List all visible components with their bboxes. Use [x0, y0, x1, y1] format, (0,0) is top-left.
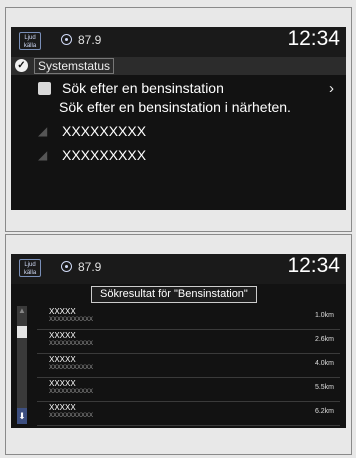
result-name: XXXXX — [49, 355, 76, 364]
result-name: XXXXX — [49, 331, 76, 340]
scroll-thumb[interactable] — [17, 326, 27, 338]
system-status-screen: Ljud källa 87.9 12:34 ✓ Systemstatus Sök… — [11, 27, 346, 210]
audio-source-button[interactable]: Ljud källa — [19, 32, 41, 50]
chevron-right-icon: › — [329, 80, 334, 97]
radio-station: 87.9 — [61, 260, 101, 274]
description-text: Sök efter en bensinstation i närheten. — [59, 99, 291, 115]
result-distance: 5.5km — [314, 384, 334, 391]
result-address: XXXXXXXXXXX — [49, 389, 94, 395]
status-header: ✓ Systemstatus — [11, 57, 346, 75]
result-address: XXXXXXXXXXX — [49, 341, 94, 347]
radio-icon — [61, 261, 72, 272]
results-title: Sökresultat för "Bensinstation" — [91, 286, 257, 303]
menu-item-label: Sök efter en bensinstation — [62, 80, 224, 96]
radio-frequency: 87.9 — [78, 260, 102, 274]
result-distance: 6.2km — [314, 408, 334, 415]
results-list: XXXXX XXXXXXXXXXX 1.0km XXXXX XXXXXXXXXX… — [37, 306, 340, 426]
result-address: XXXXXXXXXXX — [49, 365, 94, 371]
audio-source-button[interactable]: Ljud källa — [19, 259, 41, 277]
status-title: Systemstatus — [34, 58, 115, 74]
menu-item-label: XXXXXXXXX — [62, 123, 147, 139]
result-name: XXXXX — [49, 379, 76, 388]
clock: 12:34 — [287, 27, 340, 50]
list-item[interactable]: XXXXX XXXXXXXXXXX 4.0km — [37, 354, 340, 378]
result-name: XXXXX — [49, 307, 76, 316]
result-distance: 4.0km — [314, 360, 334, 367]
menu-item-3[interactable]: ◢ XXXXXXXXX — [38, 145, 346, 167]
radio-frequency: 87.9 — [78, 33, 102, 47]
radio-icon — [61, 34, 72, 45]
radio-station: 87.9 — [61, 33, 101, 47]
list-item[interactable]: XXXXX XXXXXXXXXXX 1.0km — [37, 306, 340, 330]
menu-icon: ◢ — [38, 148, 48, 162]
scroll-up-icon[interactable]: ▲ — [17, 306, 27, 316]
menu-item-search-gas-station[interactable]: Sök efter en bensinstation › — [38, 78, 346, 100]
search-results-screen: Ljud källa 87.9 12:34 Sökresultat för "B… — [11, 254, 346, 428]
check-icon: ✓ — [15, 59, 28, 72]
result-address: XXXXXXXXXXX — [49, 317, 94, 323]
top-bar: Ljud källa 87.9 12:34 — [11, 27, 346, 57]
menu-item-2[interactable]: ◢ XXXXXXXXX — [38, 121, 346, 143]
scrollbar[interactable]: ▲ ⬇ — [17, 306, 27, 424]
top-bar: Ljud källa 87.9 12:34 — [11, 254, 346, 284]
result-name: XXXXX — [49, 403, 76, 412]
screenshot-frame-1: Ljud källa 87.9 12:34 ✓ Systemstatus Sök… — [5, 7, 352, 232]
result-distance: 2.6km — [314, 336, 334, 343]
menu-item-label: XXXXXXXXX — [62, 147, 147, 163]
fuel-pump-icon — [38, 82, 51, 95]
menu-icon: ◢ — [38, 124, 48, 138]
list-item[interactable]: XXXXX XXXXXXXXXXX 2.6km — [37, 330, 340, 354]
clock: 12:34 — [287, 254, 340, 277]
screenshot-frame-2: Ljud källa 87.9 12:34 Sökresultat för "B… — [5, 234, 352, 455]
list-item[interactable]: XXXXX XXXXXXXXXXX 6.2km — [37, 402, 340, 426]
scroll-down-icon[interactable]: ⬇ — [17, 408, 27, 424]
list-item[interactable]: XXXXX XXXXXXXXXXX 5.5km — [37, 378, 340, 402]
result-address: XXXXXXXXXXX — [49, 413, 94, 419]
result-distance: 1.0km — [314, 312, 334, 319]
